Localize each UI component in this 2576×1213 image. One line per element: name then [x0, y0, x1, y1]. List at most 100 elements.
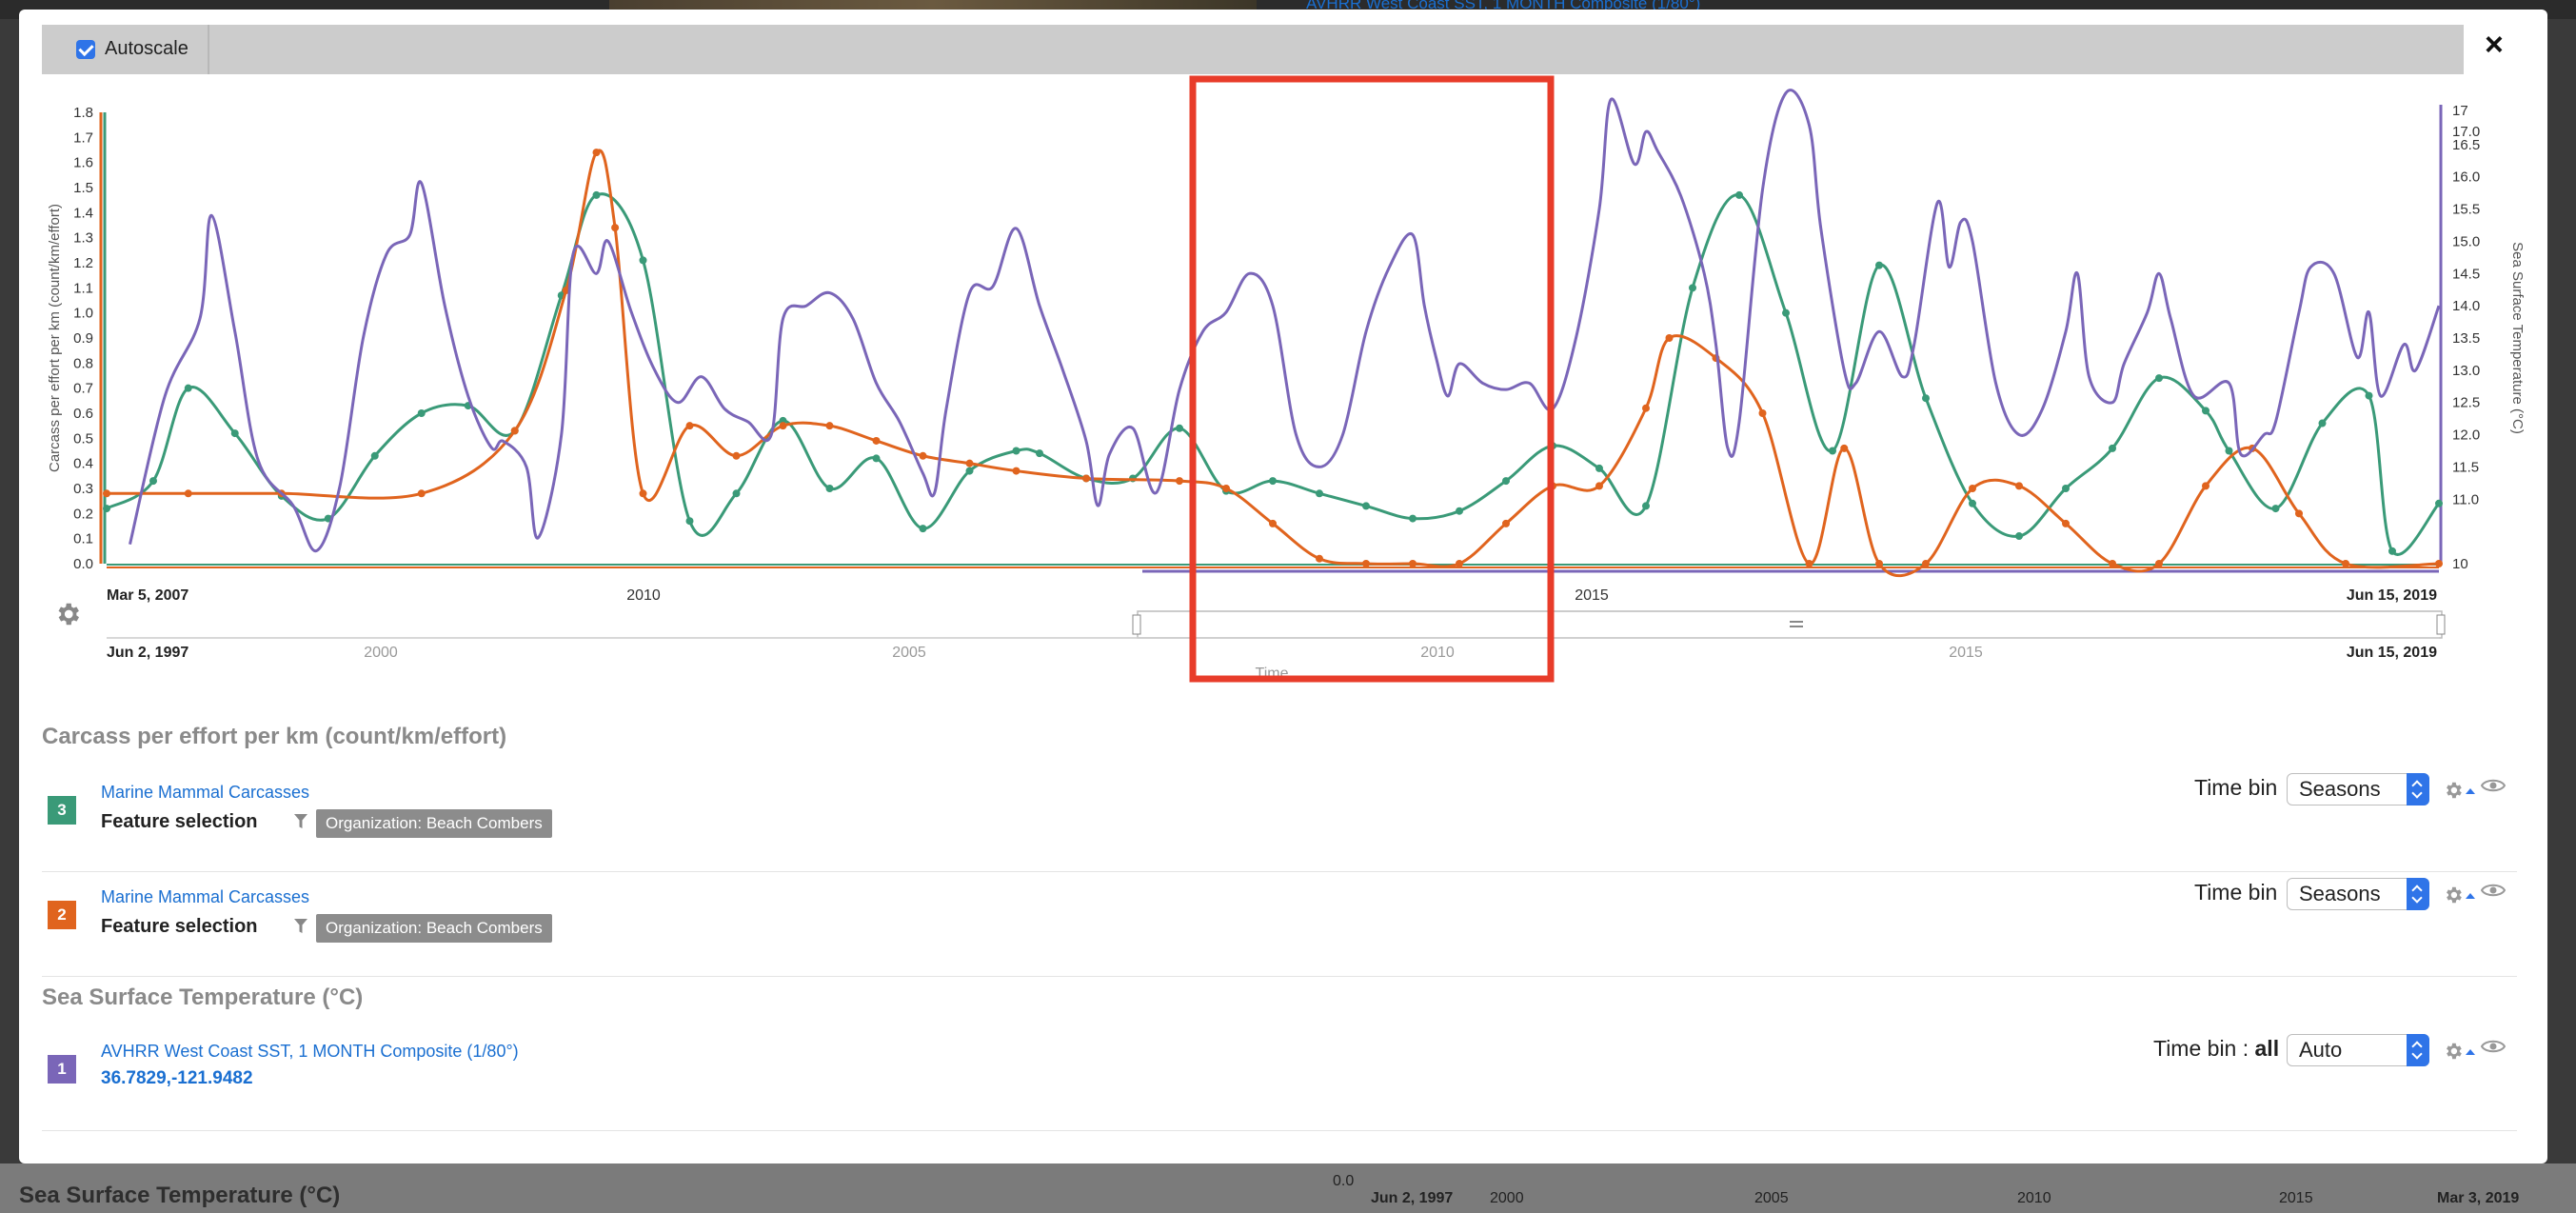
caret-up-icon[interactable] [2466, 1049, 2475, 1055]
layer-settings-gear-icon[interactable] [2443, 1041, 2464, 1062]
right-axis-tick-label: 10 [2452, 556, 2468, 572]
series-line [106, 149, 2440, 578]
series-point [2225, 447, 2233, 455]
x-axis-start-label: Mar 5, 2007 [107, 587, 188, 604]
series-point [417, 409, 426, 417]
series-point [872, 454, 881, 463]
background-section-title: Sea Surface Temperature (°C) [19, 1183, 341, 1208]
series-point [1269, 519, 1277, 527]
series-point [1012, 447, 1020, 455]
x-axis-tick-label: 2010 [626, 587, 661, 604]
series-point [2295, 509, 2303, 518]
series-point [872, 436, 881, 445]
filter-icon [294, 814, 307, 828]
location-coordinates: 36.7829,-121.9482 [101, 1068, 253, 1088]
left-axis-tick-label: 0.9 [73, 330, 93, 347]
series-point [2015, 532, 2023, 541]
layer-badge: 2 [48, 901, 76, 929]
left-axis-tick-label: 1.1 [73, 280, 93, 296]
left-axis-tick-label: 0.7 [73, 381, 93, 397]
organization-filter-tag[interactable]: Organization: Beach Combers [316, 809, 552, 838]
navigator-selection [1137, 610, 2443, 639]
series-point [1502, 519, 1510, 527]
left-axis-tick-label: 0.4 [73, 456, 93, 472]
series-point [965, 467, 974, 475]
series-point [1456, 560, 1463, 567]
left-axis-tick-label: 1.6 [73, 155, 93, 171]
series-point [1595, 482, 1603, 490]
caret-up-icon[interactable] [2466, 788, 2475, 794]
layer-settings-gear-icon[interactable] [2443, 780, 2464, 801]
series-point [184, 489, 192, 498]
right-axis-tick-label: 12.5 [2452, 395, 2480, 411]
visibility-eye-icon[interactable] [2481, 777, 2506, 794]
time-bin-label: Time bin [2194, 880, 2278, 905]
left-axis-tick-label: 0.5 [73, 430, 93, 447]
left-axis-tick-label: 1.2 [73, 255, 93, 271]
series-point [639, 256, 647, 265]
time-bin-select[interactable]: Auto [2287, 1034, 2429, 1066]
series-point [103, 489, 110, 498]
left-axis-tick-label: 0.0 [73, 556, 93, 572]
layer-link[interactable]: AVHRR West Coast SST, 1 MONTH Composite … [101, 1042, 519, 1062]
series-point [2318, 419, 2327, 428]
time-navigator[interactable]: Jun 2, 1997 Jun 15, 20192000 2005 2010 2015T… [107, 610, 2446, 682]
visibility-eye-icon[interactable] [2481, 882, 2506, 899]
section-title-sst: Sea Surface Temperature (°C) [42, 984, 364, 1010]
series-point [1665, 334, 1674, 342]
series-point [370, 451, 379, 460]
series-point [2435, 499, 2443, 507]
time-bin-select[interactable]: Seasons [2287, 878, 2429, 910]
chart-settings-gear-icon[interactable] [53, 600, 82, 628]
series-point [2062, 519, 2070, 527]
layer-link[interactable]: Marine Mammal Carcasses [101, 783, 309, 803]
organization-filter-tag[interactable]: Organization: Beach Combers [316, 914, 552, 943]
series-point [510, 427, 519, 435]
background-tick: 2000 [1490, 1190, 1524, 1206]
caret-up-icon[interactable] [2466, 893, 2475, 899]
left-axis-tick-label: 0.2 [73, 506, 93, 522]
time-bin-label-value: all [2254, 1036, 2280, 1061]
series-point [1922, 560, 1930, 567]
left-axis-tick-label: 0.3 [73, 481, 93, 497]
layer-badge: 1 [48, 1055, 76, 1084]
series-point [1036, 449, 1043, 458]
series-point [1502, 477, 1510, 486]
visibility-eye-icon[interactable] [2481, 1038, 2506, 1055]
time-bin-select-value: Auto [2299, 1038, 2343, 1062]
time-bin-label-text: Time bin : [2153, 1036, 2249, 1061]
series-point [611, 224, 620, 232]
series-point [184, 384, 192, 392]
time-bin-select[interactable]: Seasons [2287, 773, 2429, 805]
series-point [2155, 374, 2163, 383]
series-point [1642, 404, 1650, 412]
series-point [2435, 560, 2443, 567]
series-point [592, 149, 601, 157]
left-axis-tick-label: 0.1 [73, 531, 93, 547]
series-point [2202, 407, 2209, 415]
right-axis-tick-label: 15.5 [2452, 202, 2480, 218]
layer-link[interactable]: Marine Mammal Carcasses [101, 887, 309, 907]
select-arrow-icon [2407, 773, 2429, 805]
series-point [825, 422, 834, 430]
layer-row-1: 1 AVHRR West Coast SST, 1 MONTH Composit… [42, 1026, 2517, 1131]
series-point [1642, 502, 1650, 510]
series-point [1409, 514, 1417, 523]
series-point [1362, 560, 1370, 567]
series-point [685, 422, 694, 430]
layer-row-3: 3 Marine Mammal Carcasses Feature select… [42, 767, 2517, 872]
series-point [1409, 560, 1417, 567]
right-axis-tick-label: 15.0 [2452, 233, 2480, 249]
series-point [1969, 485, 1976, 492]
series-point [1176, 477, 1183, 486]
background-tick: 2005 [1754, 1190, 1789, 1206]
series-point [965, 459, 974, 467]
layer-settings-gear-icon[interactable] [2443, 885, 2464, 905]
series-point [592, 190, 601, 199]
right-axis-tick-label: 17.0 [2452, 124, 2480, 140]
series-point [1689, 284, 1696, 292]
series-point [639, 489, 647, 498]
series-point [417, 489, 426, 498]
navigator-end-label: Jun 15, 2019 [2347, 645, 2437, 661]
right-axis-tick-label: 17 [2452, 103, 2468, 119]
